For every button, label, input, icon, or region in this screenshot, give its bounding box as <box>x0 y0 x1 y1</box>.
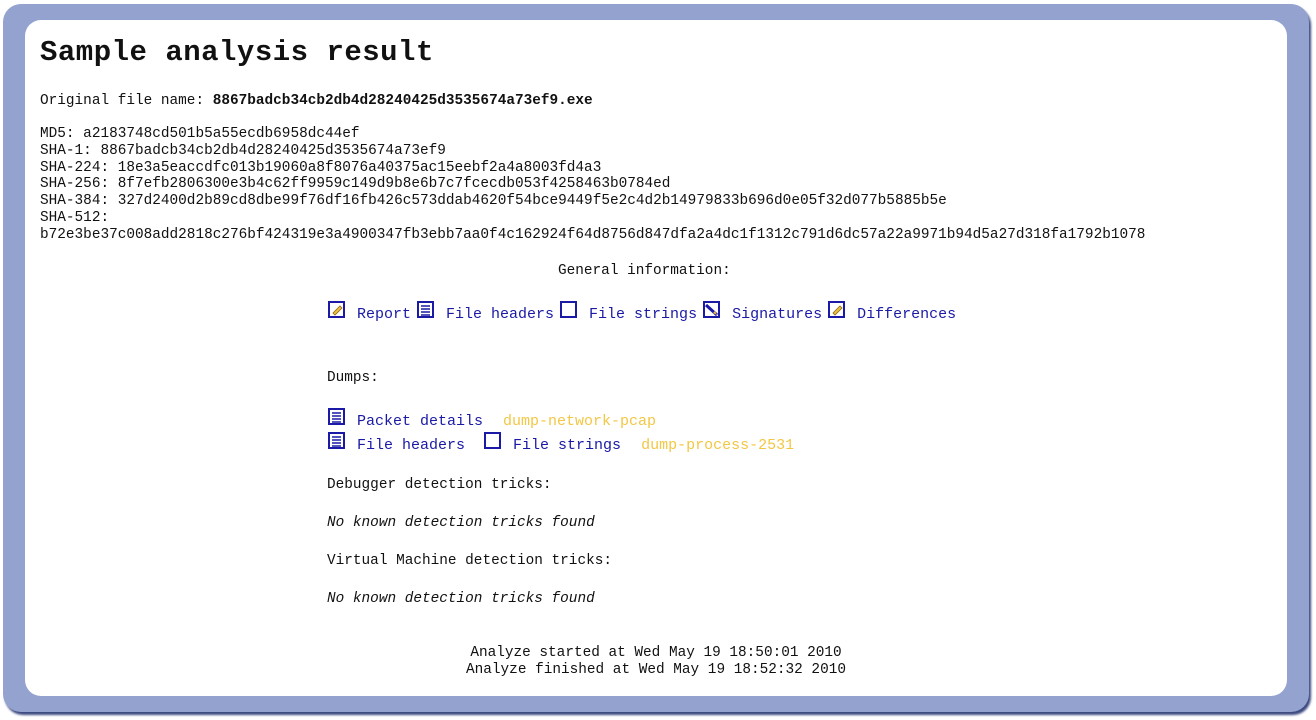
original-file-label: Original file name: <box>40 93 213 109</box>
edit-document-icon <box>328 301 345 318</box>
signed-document-icon <box>703 301 721 318</box>
sha224-hash: SHA-224: 18e3a5eaccdfc013b19060a8f8076a4… <box>40 159 602 176</box>
network-dump-row: Packet details dump-network-pcap <box>328 408 662 430</box>
md5-hash: MD5: a2183748cd501b5a55ecdb6958dc44ef <box>40 126 360 142</box>
analyze-finished: Analyze finished at Wed May 19 18:52:32 … <box>466 661 846 678</box>
differences-link-label: Differences <box>857 306 957 323</box>
general-information-heading: General information: <box>558 263 731 279</box>
file-strings-link-label: File strings <box>589 306 698 323</box>
report-link-label: Report <box>357 306 412 323</box>
edit-document-icon <box>828 301 846 318</box>
differences-link[interactable]: Differences <box>828 301 962 323</box>
original-file-line: Original file name: 8867badcb34cb2db4d28… <box>40 93 593 110</box>
sha384-hash: SHA-384: 327d2400d2b89cd8dbe99f76df16fb4… <box>40 193 947 210</box>
file-headers-link[interactable]: File headers <box>417 301 560 323</box>
dump-file-headers-link[interactable]: File headers <box>328 432 471 454</box>
vm-heading: Virtual Machine detection tricks: <box>327 553 612 569</box>
analyze-started: Analyze started at Wed May 19 18:50:01 2… <box>470 645 842 661</box>
vm-result: No known detection tricks found <box>327 591 595 607</box>
process-dump-row: File headers File strings dump-process-2… <box>328 432 800 454</box>
blank-document-icon <box>484 432 502 449</box>
lined-document-icon <box>417 301 435 318</box>
process-dump-name: dump-process-2531 <box>641 437 795 454</box>
hash-list: MD5: a2183748cd501b5a55ecdb6958dc44ef SH… <box>40 126 1145 244</box>
report-link[interactable]: Report <box>328 301 417 323</box>
packet-details-link[interactable]: Packet details <box>328 408 489 430</box>
sha1-hash: SHA-1: 8867badcb34cb2db4d28240425d353567… <box>40 142 446 159</box>
original-file-value: 8867badcb34cb2db4d28240425d3535674a73ef9… <box>212 93 593 109</box>
content-panel: Sample analysis result Original file nam… <box>25 20 1287 696</box>
lined-document-icon <box>328 432 345 449</box>
dump-file-strings-link-label: File strings <box>513 437 622 454</box>
dump-file-headers-link-label: File headers <box>357 437 466 454</box>
file-headers-link-label: File headers <box>446 306 555 323</box>
general-nav: Report File headers File strings Signatu… <box>328 301 962 323</box>
packet-details-link-label: Packet details <box>357 413 484 430</box>
file-strings-link[interactable]: File strings <box>560 301 703 323</box>
analysis-timestamps: Analyze started at Wed May 19 18:50:01 2… <box>25 645 1287 679</box>
network-dump-name: dump-network-pcap <box>503 413 657 430</box>
blank-document-icon <box>560 301 578 318</box>
debugger-heading: Debugger detection tricks: <box>327 477 552 493</box>
sha256-hash: SHA-256: 8f7efb2806300e3b4c62ff9959c149d… <box>40 176 671 193</box>
page-title: Sample analysis result <box>40 36 434 69</box>
sha512-label: SHA-512: <box>40 209 110 226</box>
dumps-heading: Dumps: <box>327 370 379 386</box>
lined-document-icon <box>328 408 345 425</box>
sha512-hash: b72e3be37c008add2818c276bf424319e3a49003… <box>40 226 1146 243</box>
dump-file-strings-link[interactable]: File strings <box>484 432 627 454</box>
signatures-link-label: Signatures <box>732 306 823 323</box>
debugger-result: No known detection tricks found <box>327 515 595 531</box>
signatures-link[interactable]: Signatures <box>703 301 828 323</box>
